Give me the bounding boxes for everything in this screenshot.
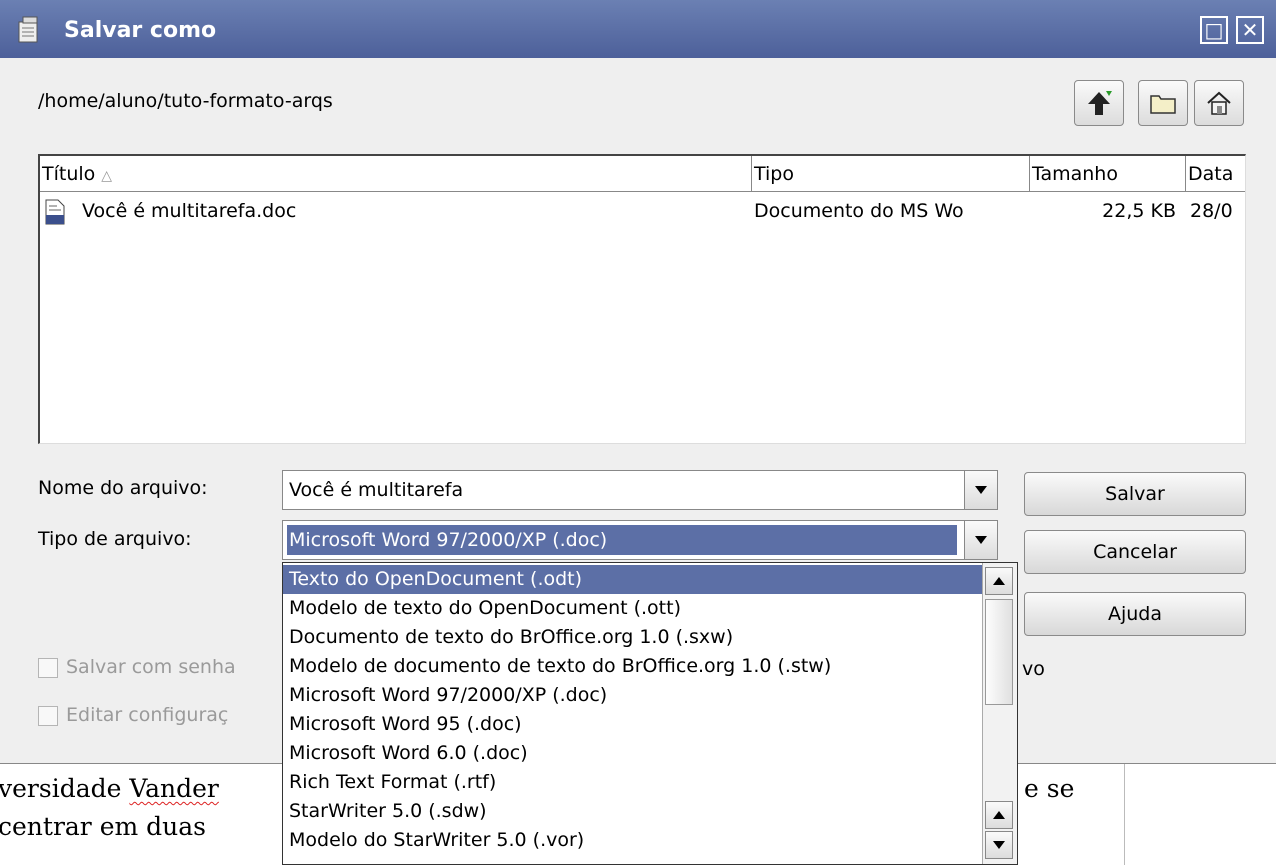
window-title: Salvar como: [64, 18, 217, 43]
list-item[interactable]: Microsoft Word 6.0 (.doc): [283, 739, 983, 768]
current-path: /home/aluno/tuto-formato-arqs: [38, 90, 333, 112]
list-item[interactable]: Microsoft Word 95 (.doc): [283, 710, 983, 739]
document-right-text: e se: [1024, 774, 1075, 803]
filetype-select[interactable]: Microsoft Word 97/2000/XP (.doc): [282, 520, 998, 560]
chevron-down-icon: [975, 536, 987, 544]
up-one-level-button[interactable]: [1074, 80, 1124, 126]
chevron-down-icon: [975, 486, 987, 494]
folder-icon: [1150, 95, 1176, 114]
file-size: 22,5 KB: [1102, 200, 1176, 222]
column-header-title[interactable]: Título △: [40, 156, 752, 192]
list-item[interactable]: Modelo de documento de texto do BrOffice…: [283, 652, 983, 681]
misspelled-word: Vander: [129, 774, 219, 803]
maximize-button[interactable]: □: [1200, 16, 1228, 44]
close-icon: ✕: [1241, 18, 1259, 42]
checkbox-label-tail: vo: [1022, 658, 1045, 680]
home-icon: [1207, 91, 1231, 115]
arrow-up-icon: [993, 577, 1005, 585]
filetype-label: Tipo de arquivo:: [38, 528, 192, 550]
list-item[interactable]: Texto do OpenDocument (.odt): [283, 565, 983, 594]
list-item[interactable]: Modelo de texto do OpenDocument (.ott): [283, 594, 983, 623]
list-item[interactable]: Modelo do StarWriter 5.0 (.vor): [283, 826, 983, 855]
filename-value: Você é multitarefa: [289, 479, 464, 501]
edit-filter-settings-checkbox[interactable]: Editar configuraç: [38, 704, 228, 726]
table-row[interactable]: Você é multitarefa.doc Documento do MS W…: [40, 194, 1245, 228]
list-item[interactable]: Documento de texto do BrOffice.org 1.0 (…: [283, 623, 983, 652]
column-header-label: Título: [42, 163, 96, 185]
filetype-value: Microsoft Word 97/2000/XP (.doc): [289, 529, 608, 551]
page-margin-line: [1124, 764, 1125, 865]
column-header-date[interactable]: Data: [1186, 156, 1245, 192]
list-item[interactable]: Rich Text Format (.rtf): [283, 768, 983, 797]
help-button[interactable]: Ajuda: [1024, 592, 1246, 636]
checkbox-label: Salvar com senha: [66, 656, 236, 678]
save-with-password-checkbox[interactable]: Salvar com senha: [38, 656, 236, 678]
default-directory-button[interactable]: [1194, 80, 1244, 126]
title-bar[interactable]: Salvar como □ ✕: [0, 0, 1276, 58]
arrow-up-icon: [1088, 91, 1112, 115]
arrow-down-icon: [993, 841, 1005, 849]
checkbox-box[interactable]: [38, 657, 58, 678]
filename-dropdown-button[interactable]: [964, 471, 997, 509]
file-type: Documento do MS Wo: [754, 200, 964, 222]
column-header-size[interactable]: Tamanho: [1030, 156, 1186, 192]
doc-text: versidade: [0, 774, 130, 803]
list-item[interactable]: Microsoft Word 97/2000/XP (.doc): [283, 681, 983, 710]
sort-ascending-icon: △: [101, 168, 113, 184]
file-date: 28/0: [1190, 200, 1233, 222]
doc-file-icon: [44, 199, 66, 236]
scroll-down-button[interactable]: [985, 831, 1013, 859]
filename-input[interactable]: Você é multitarefa: [282, 470, 998, 510]
arrow-up-icon: [993, 811, 1005, 819]
list-item[interactable]: StarWriter 5.0 (.sdw): [283, 797, 983, 826]
filetype-dropdown-list[interactable]: Texto do OpenDocument (.odt) Modelo de t…: [282, 562, 1018, 865]
app-icon: [18, 16, 38, 43]
cancel-button[interactable]: Cancelar: [1024, 530, 1246, 574]
save-button[interactable]: Salvar: [1024, 472, 1246, 516]
checkbox-box[interactable]: [38, 705, 58, 726]
filetype-selection-highlight: Microsoft Word 97/2000/XP (.doc): [287, 525, 957, 555]
file-name: Você é multitarefa.doc: [82, 200, 297, 222]
checkbox-label: Editar configuraç: [66, 704, 229, 726]
new-folder-button[interactable]: [1138, 80, 1188, 126]
dropdown-scrollbar[interactable]: [982, 563, 1017, 864]
scroll-up-button-lower[interactable]: [985, 801, 1013, 829]
filetype-dropdown-button[interactable]: [964, 521, 997, 559]
maximize-icon: □: [1204, 18, 1224, 42]
close-button[interactable]: ✕: [1236, 16, 1264, 44]
scroll-up-button[interactable]: [985, 567, 1013, 595]
column-header-type[interactable]: Tipo: [752, 156, 1030, 192]
scroll-thumb[interactable]: [985, 599, 1013, 705]
document-line-1: versidade Vander: [0, 774, 219, 803]
filename-label: Nome do arquivo:: [38, 477, 208, 499]
file-list[interactable]: Título △ Tipo Tamanho Data Você é multita…: [38, 154, 1246, 444]
document-line-2: centrar em duas: [0, 812, 206, 841]
